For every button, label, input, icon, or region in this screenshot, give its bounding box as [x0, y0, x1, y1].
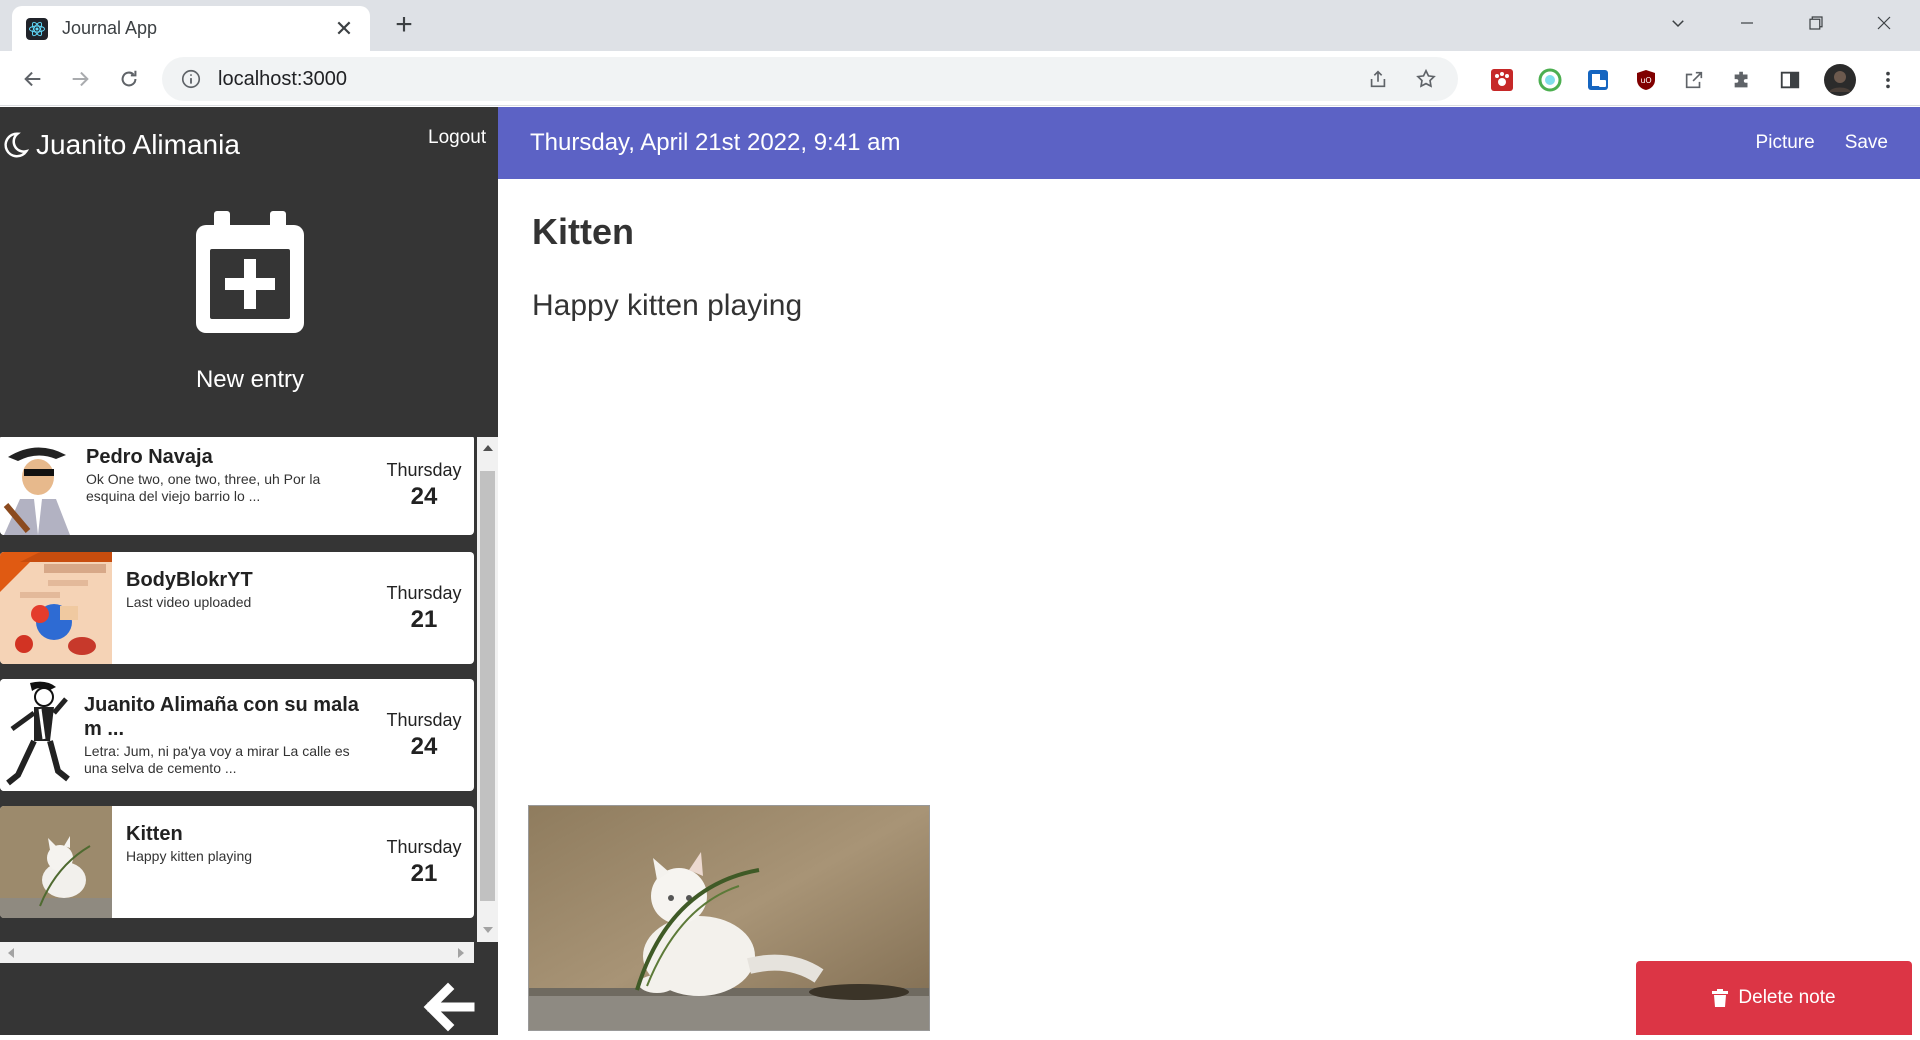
url-text: localhost:3000	[218, 67, 347, 90]
entry-item-bodyblokryt[interactable]: BodyBlokrYT Last video uploaded Thursday…	[0, 552, 474, 664]
entry-day-number: 21	[410, 859, 438, 887]
save-button[interactable]: Save	[1845, 132, 1888, 154]
entry-thumbnail	[0, 552, 112, 664]
entry-title: BodyBlokrYT	[126, 569, 253, 591]
side-panel-icon[interactable]	[1776, 66, 1804, 94]
entry-title: Pedro Navaja	[86, 446, 213, 468]
entry-weekday: Thursday	[386, 836, 462, 857]
address-bar[interactable]: localhost:3000	[162, 57, 1458, 101]
ublock-shield-icon[interactable]: uO	[1632, 66, 1660, 94]
scroll-right-icon[interactable]	[458, 948, 464, 958]
entry-item-kitten[interactable]: Kitten Happy kitten playing Thursday 21	[0, 806, 474, 918]
note-topbar: Thursday, April 21st 2022, 9:41 am Pictu…	[498, 107, 1920, 179]
note-image	[528, 805, 930, 1031]
entry-summary: Last video uploaded	[126, 594, 252, 610]
close-window-icon[interactable]	[1864, 8, 1904, 38]
share-icon[interactable]	[1364, 65, 1392, 93]
entry-date: Thursday 21	[374, 552, 474, 664]
react-icon	[26, 17, 48, 40]
site-info-icon[interactable]	[180, 68, 202, 90]
entry-day-number: 24	[410, 732, 438, 760]
browser-tab[interactable]: Journal App ✕	[12, 6, 370, 51]
entry-title: Kitten	[126, 823, 183, 845]
moon-icon	[0, 130, 30, 160]
back-arrow-icon[interactable]	[16, 62, 50, 96]
svg-text:uO: uO	[1640, 76, 1651, 85]
journal-sidebar: Juanito Alimania Logout New entry Pedro …	[0, 107, 498, 1035]
entry-weekday: Thursday	[386, 459, 462, 480]
entry-day-number: 24	[410, 482, 438, 510]
note-body-textarea[interactable]: Happy kitten playing	[532, 289, 802, 323]
new-entry-button[interactable]: New entry	[150, 211, 350, 401]
entry-weekday: Thursday	[386, 709, 462, 730]
entry-date: Thursday 21	[374, 806, 474, 918]
reload-icon[interactable]	[112, 62, 146, 96]
note-date: Thursday, April 21st 2022, 9:41 am	[530, 129, 901, 156]
close-tab-icon[interactable]: ✕	[332, 16, 356, 42]
browser-menu-icon[interactable]	[1874, 66, 1902, 94]
delete-note-label: Delete note	[1738, 987, 1836, 1008]
tab-title: Journal App	[62, 18, 158, 38]
tab-search-icon[interactable]	[1658, 8, 1698, 38]
restore-icon[interactable]	[1796, 8, 1836, 38]
logout-button[interactable]: Logout	[428, 127, 486, 149]
delete-note-button[interactable]: Delete note	[1636, 961, 1912, 1035]
entry-thumbnail	[0, 806, 112, 918]
external-link-icon[interactable]	[1680, 66, 1708, 94]
entry-day-number: 21	[410, 605, 438, 633]
forward-arrow-icon[interactable]	[63, 62, 97, 96]
picture-button[interactable]: Picture	[1756, 132, 1815, 154]
back-arrow-button[interactable]	[420, 979, 476, 1035]
horizontal-scrollbar[interactable]	[0, 942, 474, 963]
profile-avatar[interactable]	[1824, 64, 1856, 96]
vertical-scrollbar[interactable]	[477, 437, 498, 942]
browser-tab-bar: Journal App ✕ +	[0, 0, 1920, 51]
user-name: Juanito Alimania	[36, 129, 240, 160]
minimize-icon[interactable]	[1727, 8, 1767, 38]
entry-date: Thursday 24	[374, 679, 474, 791]
extensions-puzzle-icon[interactable]	[1728, 66, 1756, 94]
trash-icon	[1712, 989, 1729, 1007]
entry-item-pedro-navaja[interactable]: Pedro Navaja Ok One two, one two, three,…	[0, 437, 474, 535]
entries-panel: Pedro Navaja Ok One two, one two, three,…	[0, 437, 498, 964]
entry-date: Thursday 24	[374, 437, 474, 535]
password-extension-icon[interactable]	[1584, 66, 1612, 94]
calendar-plus-icon	[196, 211, 304, 338]
new-tab-icon[interactable]: +	[388, 10, 420, 42]
note-title-input[interactable]: Kitten	[532, 211, 634, 253]
entry-item-juanito-alimana[interactable]: Juanito Alimaña con su mala m ... Letra:…	[0, 679, 474, 791]
note-editor: Thursday, April 21st 2022, 9:41 am Pictu…	[498, 107, 1920, 1035]
scrollbar-thumb[interactable]	[480, 471, 495, 901]
user-info: Juanito Alimania	[0, 129, 240, 161]
scroll-down-icon[interactable]	[483, 927, 493, 933]
entry-weekday: Thursday	[386, 582, 462, 603]
scroll-left-icon[interactable]	[8, 948, 14, 958]
entry-thumbnail	[0, 437, 74, 535]
entry-title: Juanito Alimaña con su mala m ...	[84, 694, 359, 740]
paw-extension-icon[interactable]	[1488, 66, 1516, 94]
entry-summary: Happy kitten playing	[126, 848, 253, 864]
entry-summary: Ok One two, one two, three, uh Por la es…	[86, 471, 321, 504]
entry-summary: Letra: Jum, ni pa'ya voy a mirar La call…	[84, 743, 350, 776]
entries-list[interactable]: Pedro Navaja Ok One two, one two, three,…	[0, 437, 474, 942]
new-entry-label: New entry	[195, 366, 305, 393]
browser-toolbar: localhost:3000 uO	[0, 51, 1920, 106]
bookmark-star-icon[interactable]	[1412, 65, 1440, 93]
color-picker-extension-icon[interactable]	[1536, 66, 1564, 94]
entry-thumbnail	[0, 679, 72, 791]
scroll-up-icon[interactable]	[483, 445, 493, 451]
